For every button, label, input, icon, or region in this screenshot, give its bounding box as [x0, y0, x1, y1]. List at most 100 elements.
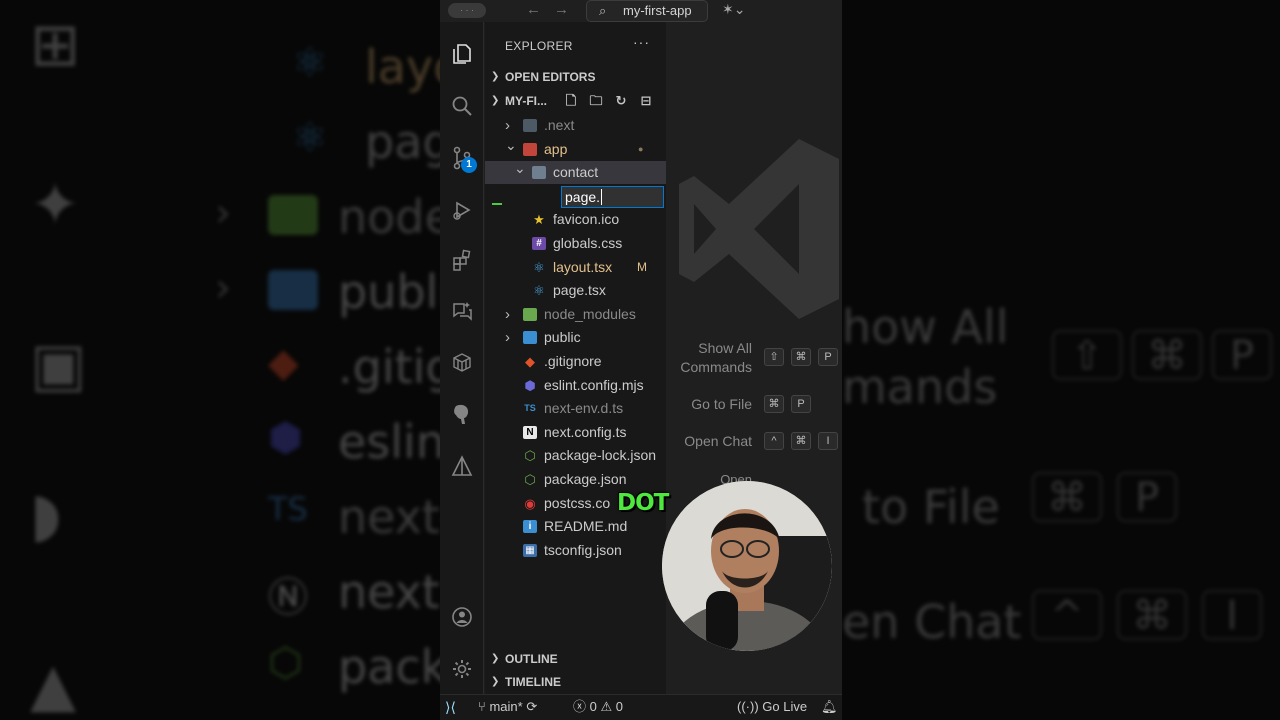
new-file-icon[interactable]: 🗋: [561, 93, 581, 109]
hint-line: Commands: [680, 359, 752, 375]
tree-file-row[interactable]: # globals.css: [485, 232, 666, 255]
cmd-key-icon: ⌘: [791, 432, 811, 450]
tree-folder-row[interactable]: › node_modules: [485, 303, 666, 326]
extensions-icon[interactable]: [440, 240, 484, 280]
problems-item[interactable]: ⓧ 0 ⚠ 0: [573, 695, 623, 719]
background-right: how All ⇧ ⌘ P mands to File ⌘ P en Chat …: [842, 0, 1280, 720]
tree-item-label: package.json: [544, 471, 627, 487]
tree-file-row[interactable]: ◆ .gitignore: [485, 350, 666, 373]
chevron-down-icon: ⌄: [505, 136, 517, 153]
tree-item-label: package-lock.json: [544, 447, 657, 464]
back-arrow-icon[interactable]: ←: [526, 0, 541, 20]
react-icon: ⚛: [533, 283, 545, 299]
broadcast-icon: ((·)): [737, 699, 759, 714]
cmd-key-icon: ⌘: [791, 348, 811, 366]
copilot-icon[interactable]: ✶⌄: [722, 1, 745, 18]
database-elephant-icon[interactable]: [440, 394, 484, 434]
tree-file-row[interactable]: i README.md: [485, 515, 666, 538]
source-control-icon[interactable]: [440, 138, 484, 178]
tree-item-label: next.config.ts: [544, 423, 627, 440]
chevron-down-icon: ⌄: [514, 160, 526, 177]
tree-file-row[interactable]: ★ favicon.ico: [485, 208, 666, 231]
tree-item-label: contact: [553, 164, 599, 181]
tree-item-label: .next: [544, 117, 575, 133]
info-icon: i: [523, 520, 537, 534]
status-bar: ⟩⟨ ⑂ main* ⟳ ⓧ 0 ⚠ 0 ((·)) Go Live 🔔︎: [440, 694, 842, 720]
timeline-section[interactable]: ❯ TIMELINE: [485, 671, 666, 693]
forward-arrow-icon[interactable]: →: [554, 0, 569, 20]
command-center-search[interactable]: ⌕ my-first-app: [586, 0, 708, 22]
presenter-image: [662, 481, 832, 651]
chat-icon[interactable]: [440, 290, 484, 330]
tree-item-label: next-env.d.ts: [544, 400, 624, 417]
project-label: MY-FI...: [505, 94, 547, 108]
ctrl-key-icon: ^: [764, 432, 784, 450]
outline-label: OUTLINE: [505, 652, 558, 666]
timeline-label: TIMELINE: [505, 675, 561, 689]
remote-icon[interactable]: ⟩⟨: [445, 695, 456, 719]
container-icon[interactable]: [440, 342, 484, 382]
tree-file-row[interactable]: ⚛ layout.tsx M: [485, 256, 666, 279]
tree-file-row[interactable]: ⬡ package.json: [485, 468, 666, 491]
warning-icon: ⚠: [600, 699, 613, 714]
tree-folder-row[interactable]: ⌄ contact: [485, 160, 666, 185]
tree-file-row[interactable]: ⚛ page.tsx: [485, 279, 666, 302]
search-icon: ⌕: [599, 3, 607, 18]
webcam-overlay: [662, 481, 832, 651]
p-key-icon: P: [791, 395, 811, 413]
i-key-icon: I: [818, 432, 838, 450]
refresh-icon[interactable]: ↻: [611, 93, 631, 109]
explorer-icon[interactable]: [440, 34, 484, 74]
project-section[interactable]: ❯ MY-FI... 🗋 🗀 ↻ ⊟: [485, 90, 666, 112]
account-icon[interactable]: [440, 597, 484, 637]
outline-section[interactable]: ❯ OUTLINE: [485, 648, 666, 670]
tree-item-label: postcss.co: [544, 494, 611, 511]
tree-item-label: tsconfig.json: [544, 541, 622, 558]
app-folder-icon: [523, 142, 537, 156]
deploy-icon[interactable]: [440, 446, 484, 486]
tree-item-label: node_modules: [544, 305, 636, 322]
sync-icon: ⟳: [526, 699, 538, 714]
tree-item-label: globals.css: [553, 235, 623, 251]
collapse-all-icon[interactable]: ⊟: [636, 93, 656, 109]
folder-open-icon: [532, 166, 546, 180]
rename-file-input[interactable]: page.: [561, 186, 664, 208]
modified-badge: M: [637, 259, 647, 274]
tree-item-label: public: [544, 329, 581, 346]
more-actions-icon[interactable]: ···: [633, 34, 650, 50]
tree-file-row[interactable]: Nnext.config.ts: [485, 421, 666, 444]
tree-file-row[interactable]: TS next-env.d.ts: [485, 397, 666, 420]
video-caption: DOT: [617, 490, 669, 516]
tree-file-row[interactable]: ⬢ eslint.config.mjs: [485, 374, 666, 397]
tree-file-row[interactable]: ⬡ package-lock.json: [485, 444, 666, 467]
tree-item-label: app: [544, 140, 568, 157]
tsconfig-icon: ▦: [523, 543, 537, 557]
search-icon[interactable]: [440, 86, 484, 126]
vscode-logo-icon: [679, 139, 839, 319]
git-icon: ◆: [525, 354, 535, 369]
run-debug-icon[interactable]: [440, 190, 484, 230]
bell-icon[interactable]: 🔔︎: [821, 695, 838, 719]
cmd-key-icon: ⌘: [764, 395, 784, 413]
tree-folder-row[interactable]: ⌄ app ●: [485, 137, 666, 161]
tree-folder-row[interactable]: › public: [485, 326, 666, 349]
rename-input-value: page.: [565, 189, 601, 205]
css-icon: #: [532, 237, 546, 250]
chevron-right-icon: ❯: [491, 653, 500, 664]
settings-gear-icon[interactable]: [440, 649, 484, 689]
chevron-down-icon: ❯: [491, 95, 500, 106]
open-editors-label: OPEN EDITORS: [505, 70, 596, 84]
open-editors-section[interactable]: ❯ OPEN EDITORS: [485, 66, 666, 88]
public-folder-icon: [523, 331, 537, 345]
tree-item-label: eslint.config.mjs: [544, 376, 644, 393]
star-icon: ★: [533, 212, 545, 228]
new-folder-icon[interactable]: 🗀: [586, 93, 606, 109]
background-left: ⊞ ⚛ layo ⚛ pag ✦ › node › publi ▣ ◆ .git…: [0, 0, 440, 720]
go-live-item[interactable]: ((·)) Go Live: [737, 695, 807, 719]
error-icon: ⓧ: [573, 699, 587, 714]
go-live-label: Go Live: [762, 699, 808, 714]
tree-file-row[interactable]: ▦ tsconfig.json: [485, 539, 666, 562]
tree-item-label: favicon.ico: [553, 211, 620, 228]
branch-item[interactable]: ⑂ main* ⟳: [478, 695, 537, 719]
tree-item-label: layout.tsx: [553, 258, 613, 275]
